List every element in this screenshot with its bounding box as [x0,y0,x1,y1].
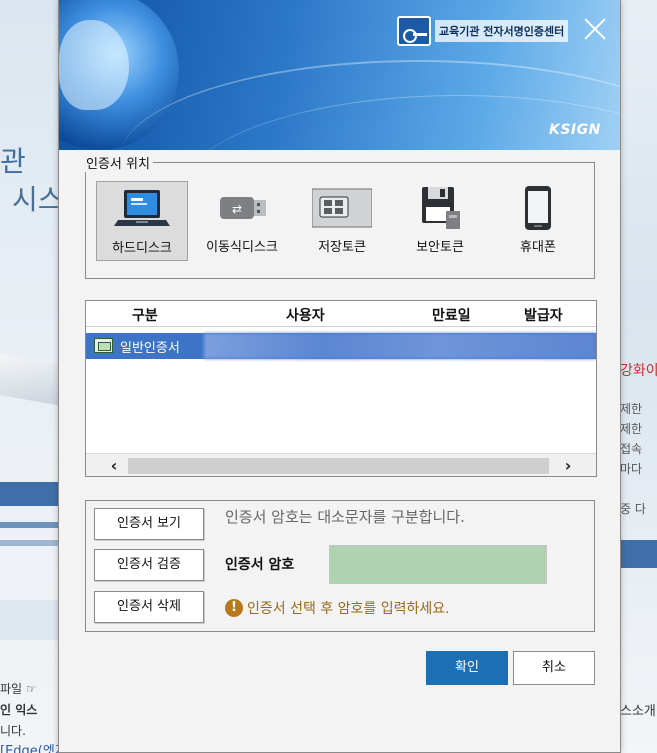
password-input[interactable] [329,545,547,584]
certificate-type: 일반인증서 [120,341,180,356]
background-text: 스소개 [620,704,656,719]
warning-text: 인증서 선택 후 암호를 입력하세요. [247,601,450,617]
scroll-left-icon[interactable]: ‹ [104,456,124,476]
certificate-icon [94,338,113,353]
background-text: 파일 ☞ [0,682,37,696]
background-text: 마다 [620,462,643,476]
column-header-user[interactable]: 사용자 [286,305,325,325]
storage-label: 저장토큰 [318,240,366,255]
laptop-icon [114,190,170,226]
storage-label: 하드디스크 [112,241,172,256]
background-text: 접속 [620,442,643,456]
password-warning: ! 인증서 선택 후 암호를 입력하세요. [225,598,450,618]
smartcard-icon [312,188,372,228]
warning-icon: ! [225,599,243,617]
certificate-dialog: 교육기관 전자서명인증센터 KSIGN 인증서 위치 하드디스크 ⇄ 이동식디스… [58,0,621,753]
background-text: 중 다 [620,502,646,516]
case-sensitive-note: 인증서 암호는 대소문자를 구분합니다. [225,508,465,526]
svg-text:⇄: ⇄ [232,202,242,216]
background-text: 제한 [620,402,643,416]
storage-location-legend: 인증서 위치 [83,153,153,172]
column-header-issuer[interactable]: 발급자 [524,305,563,325]
column-header-type[interactable]: 구분 [132,305,158,325]
storage-option-removable[interactable]: ⇄ 이동식디스크 [196,181,288,261]
storage-label: 휴대폰 [520,240,556,255]
background-subheading: 시스 [12,183,64,216]
floppy-disk-icon [422,187,460,229]
verify-certificate-button[interactable]: 인증서 검증 [94,549,204,581]
storage-option-harddisk[interactable]: 하드디스크 [96,181,188,261]
delete-certificate-button[interactable]: 인증서 삭제 [94,591,204,623]
dialog-banner: 교육기관 전자서명인증센터 KSIGN [59,0,620,150]
scrollbar-thumb[interactable] [128,458,549,474]
password-label: 인증서 암호 [225,557,295,573]
storage-option-mobile[interactable]: 휴대폰 [492,181,584,261]
brand-text: 교육기관 전자서명인증센터 [435,20,569,42]
vendor-logo: KSIGN [549,122,601,138]
background-text: 인 익스 [0,703,38,717]
horizontal-scrollbar[interactable]: ‹ › [86,453,596,476]
key-icon [397,16,431,46]
cancel-button[interactable]: 취소 [513,651,595,685]
table-row[interactable]: 일반인증서 [86,333,596,359]
ok-button[interactable]: 확인 [426,651,508,685]
scroll-right-icon[interactable]: › [558,456,578,476]
storage-label: 보안토큰 [416,240,464,255]
background-right-panel: 강화이 제한 제한 접속 마다 중 다 스소개 [620,0,657,753]
column-header-expiry[interactable]: 만료일 [432,305,471,325]
table-header: 구분 사용자 만료일 발급자 [86,301,596,327]
background-text: 제한 [620,422,643,436]
storage-option-securitytoken[interactable]: 보안토큰 [394,181,486,261]
storage-option-savetoken[interactable]: 저장토큰 [296,181,388,261]
storage-label: 이동식디스크 [206,240,278,255]
redacted-certificate-details [204,333,596,359]
background-nav-bar [620,540,657,568]
usb-drive-icon: ⇄ [220,197,266,219]
brand-logo: 교육기관 전자서명인증센터 [397,16,569,46]
certificate-table[interactable]: 구분 사용자 만료일 발급자 일반인증서 ‹ › [85,300,597,477]
close-icon[interactable] [581,15,609,43]
view-certificate-button[interactable]: 인증서 보기 [94,508,204,540]
background-red-heading: 강화이 [620,363,657,379]
background-heading: 관 [0,145,26,178]
background-text: 니다. [0,724,26,738]
mobile-phone-icon [525,186,551,230]
